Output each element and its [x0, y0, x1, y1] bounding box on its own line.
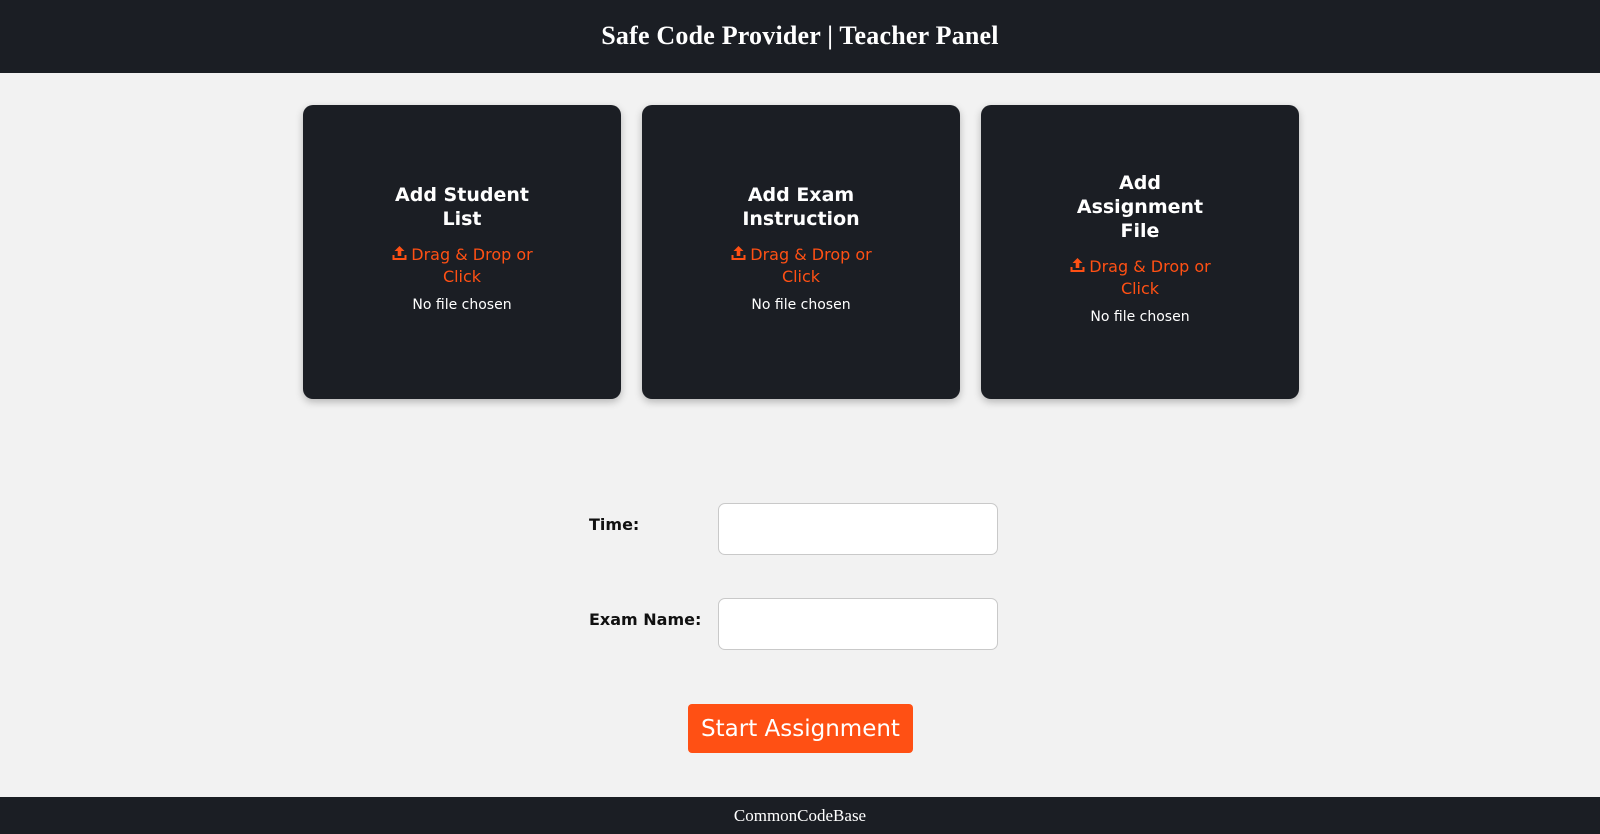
upload-label: Drag & Drop or Click — [1089, 257, 1211, 298]
card-title: Add Assignment File — [1076, 172, 1204, 242]
exam-name-label: Exam Name: — [589, 610, 702, 629]
upload-icon — [1069, 257, 1086, 279]
card-title: Add Student List — [395, 184, 529, 230]
upload-cards: Add Student List Drag & Drop or Click No… — [303, 105, 1299, 399]
start-assignment-button[interactable]: Start Assignment — [688, 704, 913, 753]
time-label: Time: — [589, 515, 640, 534]
upload-icon — [730, 245, 747, 267]
exam-name-input[interactable] — [718, 598, 998, 650]
card-title: Add Exam Instruction — [742, 184, 860, 230]
upload-label: Drag & Drop or Click — [750, 245, 872, 286]
student-list-upload-button[interactable]: Drag & Drop or Click — [387, 245, 537, 287]
file-status: No file chosen — [1090, 309, 1190, 325]
exam-name-row: Exam Name: — [589, 598, 998, 650]
footer-bar: CommonCodeBase — [0, 797, 1600, 834]
assignment-file-card[interactable]: Add Assignment File Drag & Drop or Click… — [981, 105, 1299, 399]
header-bar: Safe Code Provider | Teacher Panel — [0, 0, 1600, 73]
student-list-card[interactable]: Add Student List Drag & Drop or Click No… — [303, 105, 621, 399]
upload-icon — [391, 245, 408, 267]
time-input[interactable] — [718, 503, 998, 555]
exam-instruction-card[interactable]: Add Exam Instruction Drag & Drop or Clic… — [642, 105, 960, 399]
time-row: Time: — [589, 503, 998, 555]
assignment-file-upload-button[interactable]: Drag & Drop or Click — [1065, 257, 1215, 299]
page-title: Safe Code Provider | Teacher Panel — [601, 20, 999, 50]
footer-text: CommonCodeBase — [733, 805, 867, 825]
upload-label: Drag & Drop or Click — [411, 245, 533, 286]
file-status: No file chosen — [751, 297, 851, 313]
exam-instruction-upload-button[interactable]: Drag & Drop or Click — [726, 245, 876, 287]
file-status: No file chosen — [412, 297, 512, 313]
